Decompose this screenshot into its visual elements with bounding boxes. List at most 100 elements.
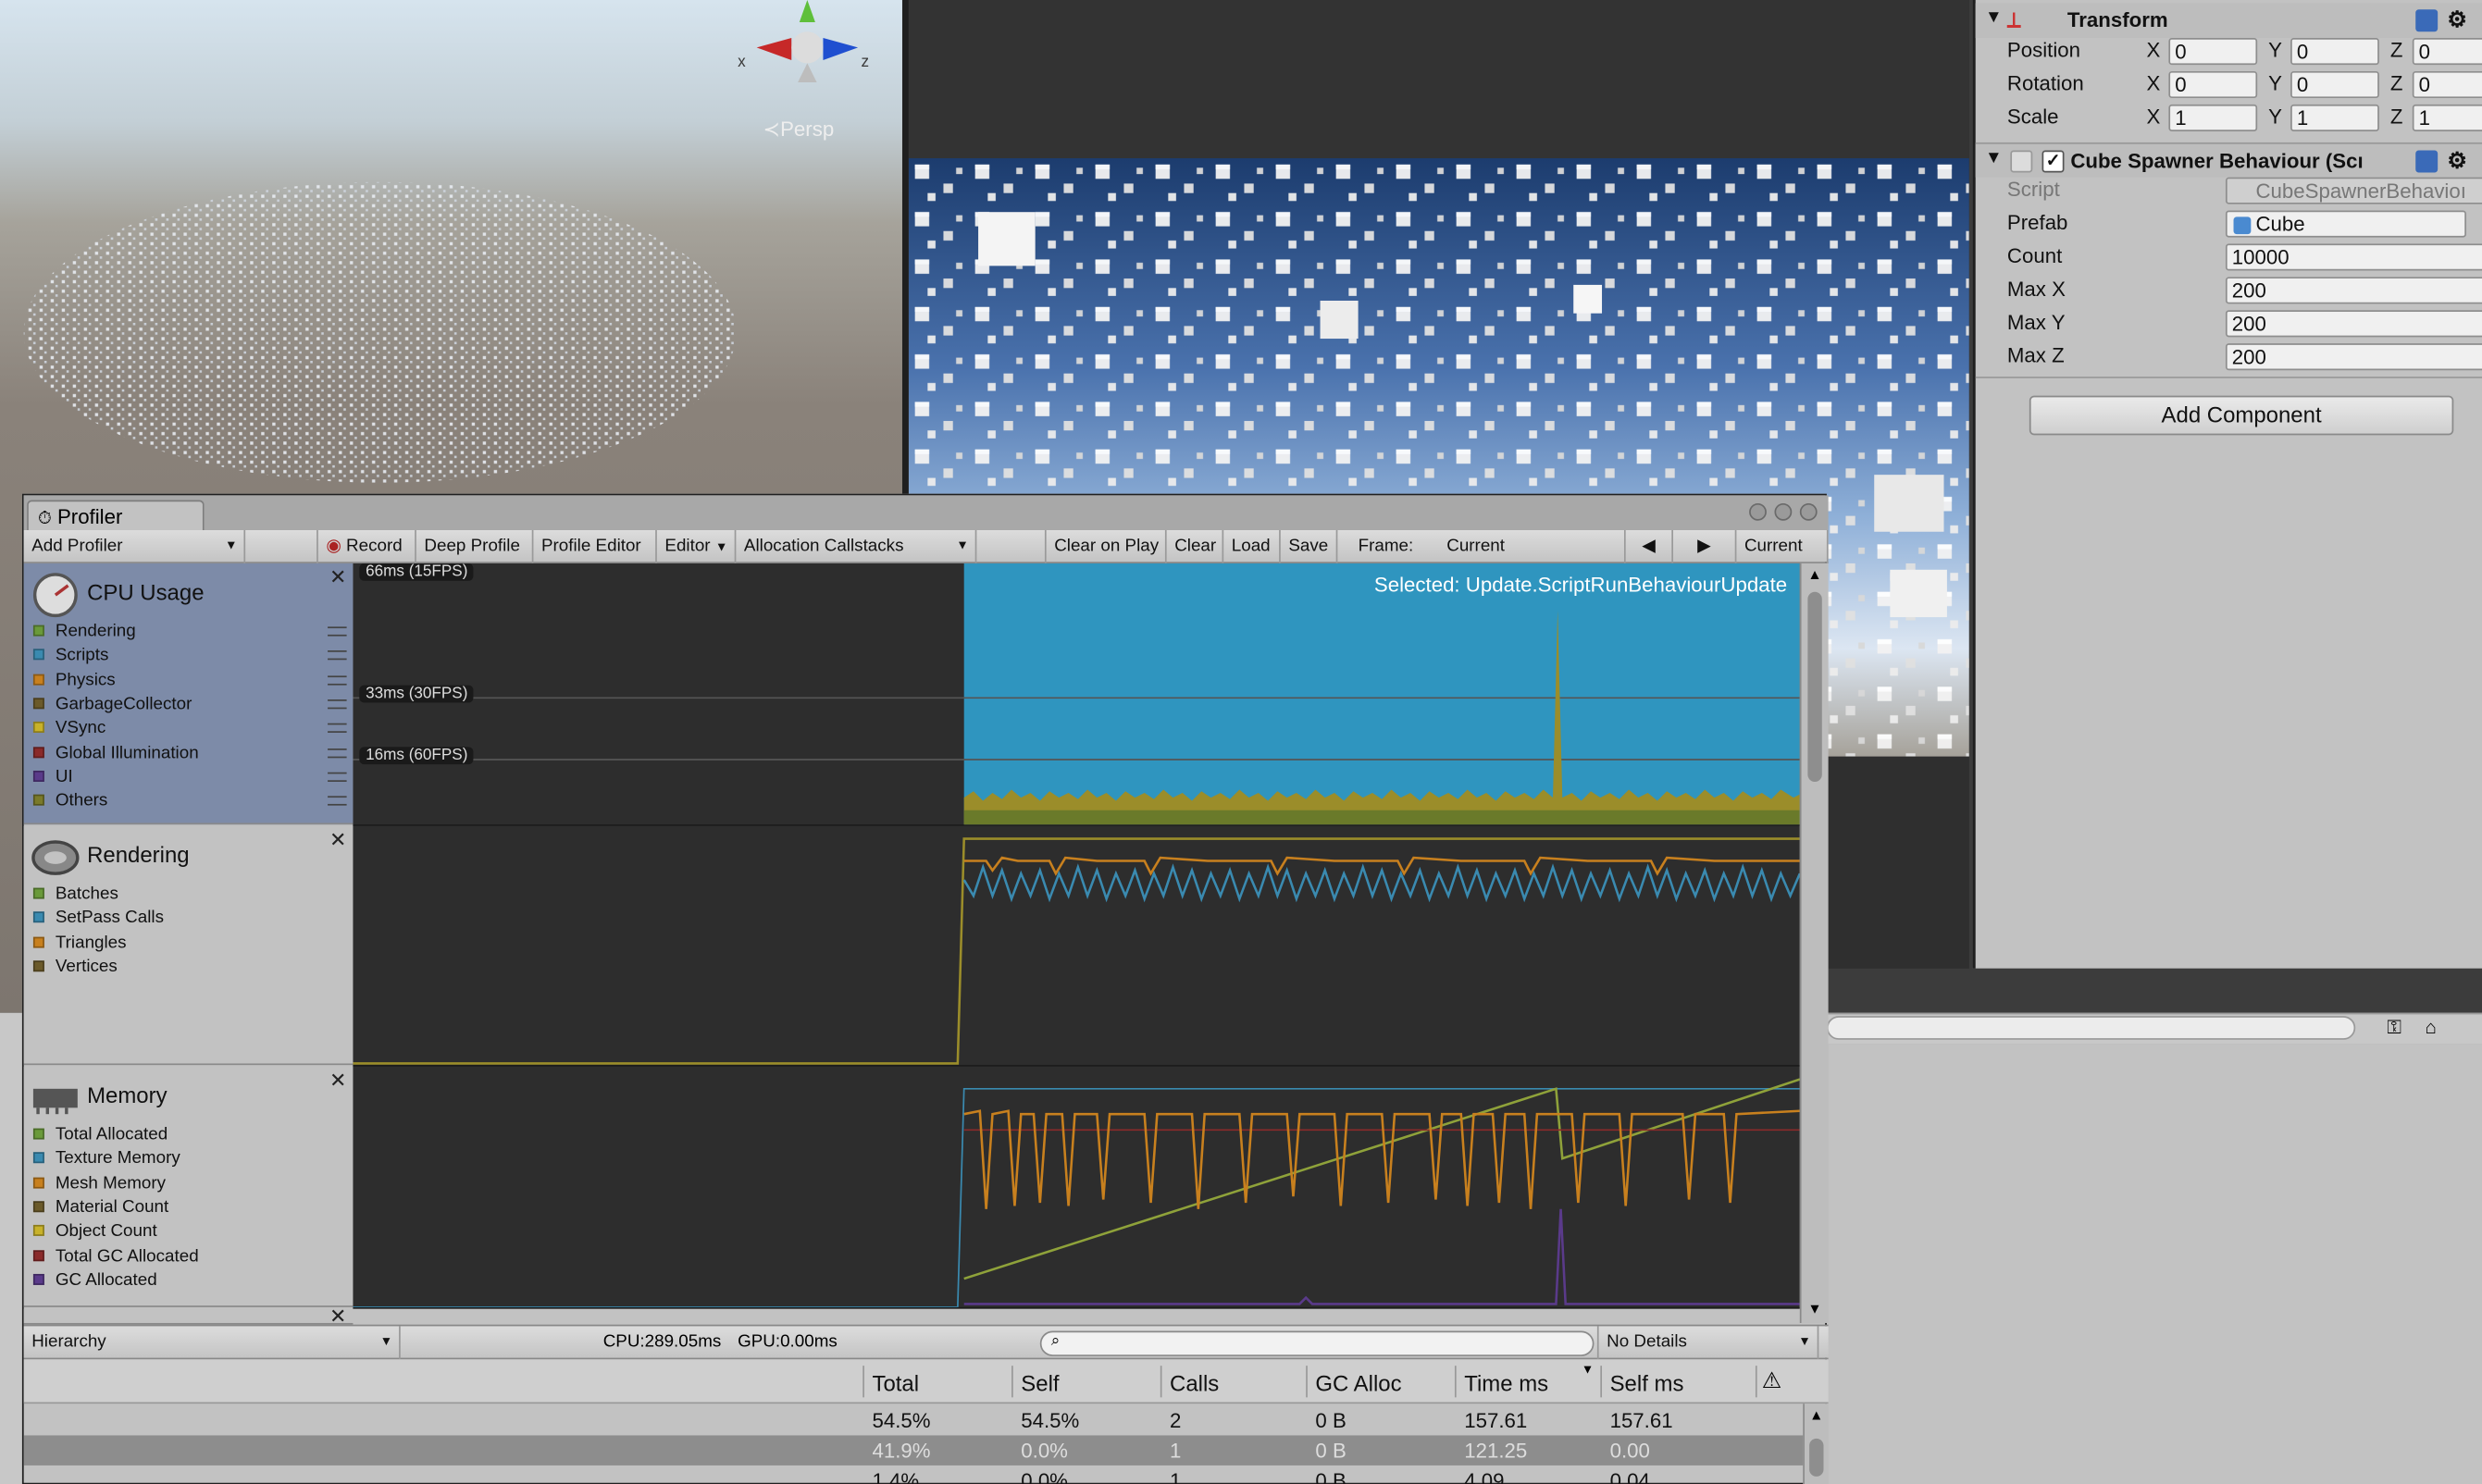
scroll-up-icon[interactable]: ▲ <box>1807 566 1821 582</box>
editor-dropdown[interactable]: Editor ▼ <box>657 530 737 563</box>
clear-button[interactable]: Clear <box>1167 530 1224 563</box>
legend-item[interactable]: Others <box>32 790 107 814</box>
tag-icon[interactable]: ⌂ <box>2425 1016 2436 1038</box>
legend-swatch[interactable] <box>32 722 44 734</box>
legend-swatch[interactable] <box>32 625 44 637</box>
settings-icon[interactable]: ⚙ <box>2447 6 2466 33</box>
foldout-arrow-icon[interactable]: ▼ <box>1985 8 2003 28</box>
close-icon[interactable]: ✕ <box>329 828 347 853</box>
rendering-graph[interactable] <box>353 825 1800 1067</box>
enabled-checkbox[interactable]: ✓ <box>2041 150 2065 173</box>
reorder-handle-icon[interactable] <box>328 699 347 710</box>
load-button[interactable]: Load <box>1223 530 1281 563</box>
component-header[interactable]: ▼ ✓ Cube Spawner Behaviour (Scı ⚙ <box>1975 142 2482 178</box>
legend-item[interactable]: SetPass Calls <box>32 908 164 932</box>
profile-editor-button[interactable]: Profile Editor <box>533 530 657 563</box>
reorder-handle-icon[interactable] <box>328 796 347 806</box>
cpu-usage-graph[interactable]: 66ms (15FPS) 33ms (30FPS) 16ms (60FPS) S… <box>353 563 1800 826</box>
lock-icon[interactable]: ⚿ <box>2387 1016 2401 1040</box>
transform-header[interactable]: ▼ ⟂ Transform ⚙ <box>1975 3 2482 39</box>
legend-swatch[interactable] <box>32 673 44 685</box>
window-button-1[interactable] <box>1749 502 1767 521</box>
legend-swatch[interactable] <box>32 698 44 710</box>
help-icon[interactable] <box>2415 150 2439 173</box>
scale-z-field[interactable]: 1 <box>2412 104 2482 131</box>
legend-swatch[interactable] <box>32 1128 44 1140</box>
scroll-up-icon[interactable]: ▲ <box>1809 1407 1823 1423</box>
column-calls[interactable]: Calls <box>1170 1370 1219 1395</box>
rotation-y-field[interactable]: 0 <box>2290 70 2379 99</box>
memory-graph[interactable] <box>353 1066 1800 1309</box>
persp-label[interactable]: ≺Persp <box>763 117 834 142</box>
legend-item[interactable]: Total GC Allocated <box>32 1244 199 1268</box>
memory-legend[interactable]: Memory ✕ Total Allocated Texture Memory Me… <box>23 1066 354 1307</box>
count-field[interactable]: 10000 <box>2225 243 2482 271</box>
scene-gizmo[interactable] <box>744 0 871 95</box>
rotation-z-field[interactable]: 0 <box>2412 70 2482 99</box>
maxx-field[interactable]: 200 <box>2225 277 2482 304</box>
position-z-field[interactable]: 0 <box>2412 38 2482 66</box>
column-self-ms[interactable]: Self ms <box>1610 1370 1684 1395</box>
reorder-handle-icon[interactable] <box>328 674 347 685</box>
legend-swatch[interactable] <box>32 887 44 899</box>
clear-on-play-button[interactable]: Clear on Play <box>1047 530 1167 563</box>
prev-frame-button[interactable]: ◀ <box>1626 530 1673 563</box>
add-component-button[interactable]: Add Component <box>2029 395 2454 436</box>
scrollbar-thumb[interactable] <box>1809 1438 1824 1477</box>
legend-item[interactable]: UI <box>32 766 73 790</box>
column-gc-alloc[interactable]: GC Alloc <box>1315 1370 1401 1395</box>
reorder-handle-icon[interactable] <box>328 626 347 637</box>
legend-item[interactable]: Vertices <box>32 956 118 980</box>
deep-profile-button[interactable]: Deep Profile <box>416 530 534 563</box>
window-button-2[interactable] <box>1774 502 1793 521</box>
legend-swatch[interactable] <box>32 746 44 758</box>
foldout-arrow-icon[interactable]: ▼ <box>1985 149 2003 168</box>
hierarchy-search-input[interactable]: ⌕ <box>1039 1330 1595 1356</box>
maxy-field[interactable]: 200 <box>2225 310 2482 338</box>
legend-swatch[interactable] <box>32 794 44 806</box>
legend-item[interactable]: GC Allocated <box>32 1268 157 1292</box>
column-self[interactable]: Self <box>1021 1370 1059 1395</box>
legend-item[interactable]: Triangles <box>32 932 127 956</box>
column-total[interactable]: Total <box>872 1370 919 1395</box>
table-row[interactable]: 1.4% 0.0% 1 0 B 4.09 0.04 <box>24 1465 1804 1484</box>
hierarchy-dropdown[interactable]: Hierarchy ▼ <box>24 1326 401 1360</box>
close-icon[interactable]: ✕ <box>329 565 347 590</box>
legend-item[interactable]: GarbageCollector <box>32 693 192 717</box>
legend-swatch[interactable] <box>32 935 44 947</box>
legend-swatch[interactable] <box>32 1201 44 1213</box>
scrollbar-thumb[interactable] <box>1807 591 1822 782</box>
table-row[interactable]: 41.9% 0.0% 1 0 B 121.25 0.00 <box>23 1435 1804 1465</box>
reorder-handle-icon[interactable] <box>328 748 347 758</box>
console-search-input[interactable] <box>1826 1016 2356 1040</box>
scroll-down-icon[interactable]: ▼ <box>1807 1301 1821 1317</box>
prefab-field[interactable]: Cube <box>2225 210 2466 238</box>
reorder-handle-icon[interactable] <box>328 723 347 734</box>
legend-swatch[interactable] <box>32 911 44 923</box>
scale-y-field[interactable]: 1 <box>2290 104 2379 131</box>
position-y-field[interactable]: 0 <box>2290 38 2379 66</box>
column-time-ms[interactable]: Time ms <box>1464 1370 1548 1395</box>
legend-swatch[interactable] <box>32 960 44 972</box>
save-button[interactable]: Save <box>1281 530 1338 563</box>
legend-item[interactable]: Scripts <box>32 645 108 669</box>
position-x-field[interactable]: 0 <box>2168 38 2258 66</box>
legend-swatch[interactable] <box>32 649 44 661</box>
close-icon[interactable]: ✕ <box>329 1069 347 1094</box>
legend-item[interactable]: Rendering <box>32 621 136 645</box>
table-scrollbar[interactable]: ▲ <box>1803 1404 1829 1484</box>
rendering-legend[interactable]: Rendering ✕ Batches SetPass Calls Triangle… <box>23 825 354 1066</box>
legend-item[interactable]: Object Count <box>32 1220 157 1244</box>
legend-item[interactable]: Texture Memory <box>32 1148 180 1172</box>
module-scrollbar[interactable]: ▲ ▼ <box>1799 563 1829 1323</box>
legend-swatch[interactable] <box>32 1225 44 1237</box>
add-profiler-dropdown[interactable]: Add Profiler ▼ <box>24 530 246 563</box>
legend-item[interactable]: Total Allocated <box>32 1123 168 1147</box>
reorder-handle-icon[interactable] <box>328 650 347 661</box>
rotation-x-field[interactable]: 0 <box>2168 70 2258 99</box>
warning-icon[interactable]: ⚠ <box>1762 1367 1781 1394</box>
legend-swatch[interactable] <box>32 1176 44 1188</box>
cpu-usage-legend[interactable]: CPU Usage ✕ Rendering Scripts Physics Garba… <box>23 563 354 825</box>
table-row[interactable]: 54.5% 54.5% 2 0 B 157.61 157.61 <box>24 1405 1804 1435</box>
legend-swatch[interactable] <box>32 1273 44 1285</box>
